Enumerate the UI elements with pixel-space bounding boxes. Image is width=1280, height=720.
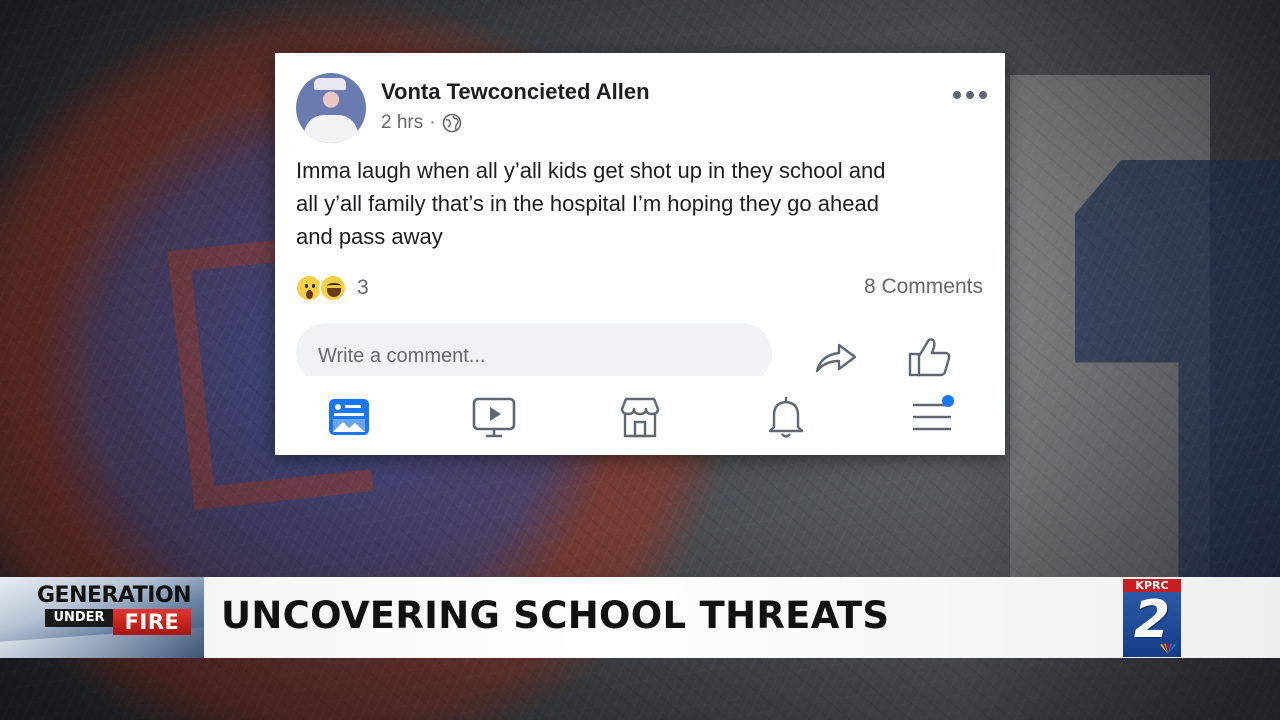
more-options-icon[interactable] [953,83,987,107]
logo-generation: GENERATION [37,583,192,608]
news-feed-icon[interactable] [325,393,373,441]
watch-icon[interactable] [470,393,518,441]
post-time[interactable]: 2 hrs [381,112,423,134]
haha-reaction-icon [319,274,347,302]
marketplace-icon[interactable] [616,393,664,441]
headline: UNCOVERING SCHOOL THREATS [221,594,890,637]
comment-input[interactable] [318,345,738,368]
post-meta: 2 hrs · [381,112,462,134]
headline-bar: UNCOVERING SCHOOL THREATS [204,577,1280,658]
facebook-bottom-nav [275,389,1005,449]
logo-under: UNDER [45,609,113,627]
logo-fire: FIRE [113,609,191,635]
notifications-icon[interactable] [762,393,810,441]
share-icon[interactable] [813,337,859,377]
like-icon[interactable] [907,335,953,379]
peacock-icon [1160,643,1176,654]
meta-separator: · [429,112,436,133]
post-body: Imma laugh when all y’all kids get shot … [296,154,996,253]
post-body-line: all y’all family that’s in the hospital … [296,191,879,216]
author-avatar[interactable] [296,73,366,143]
reactions-summary[interactable]: 3 [295,273,369,303]
kprc-station-logo: KPRC 2 [1123,579,1181,657]
globe-icon [442,113,461,133]
news-lower-third: GENERATION UNDER FIRE UNCOVERING SCHOOL … [0,577,1280,658]
menu-notification-dot [942,395,954,407]
post-body-line: Imma laugh when all y’all kids get shot … [296,158,886,183]
comment-area-edge [275,376,1005,386]
comment-box[interactable] [296,323,772,383]
facebook-post-card: Vonta Tewconcieted Allen 2 hrs · Imma la… [275,53,1005,455]
author-name[interactable]: Vonta Tewconcieted Allen [381,79,650,105]
menu-button[interactable] [908,393,956,441]
station-number: 2 [1133,590,1171,650]
reaction-count: 3 [357,276,369,299]
post-body-line: and pass away [296,224,443,249]
generation-under-fire-logo: GENERATION UNDER FIRE [0,577,204,658]
comments-count-link[interactable]: 8 Comments [864,275,983,299]
